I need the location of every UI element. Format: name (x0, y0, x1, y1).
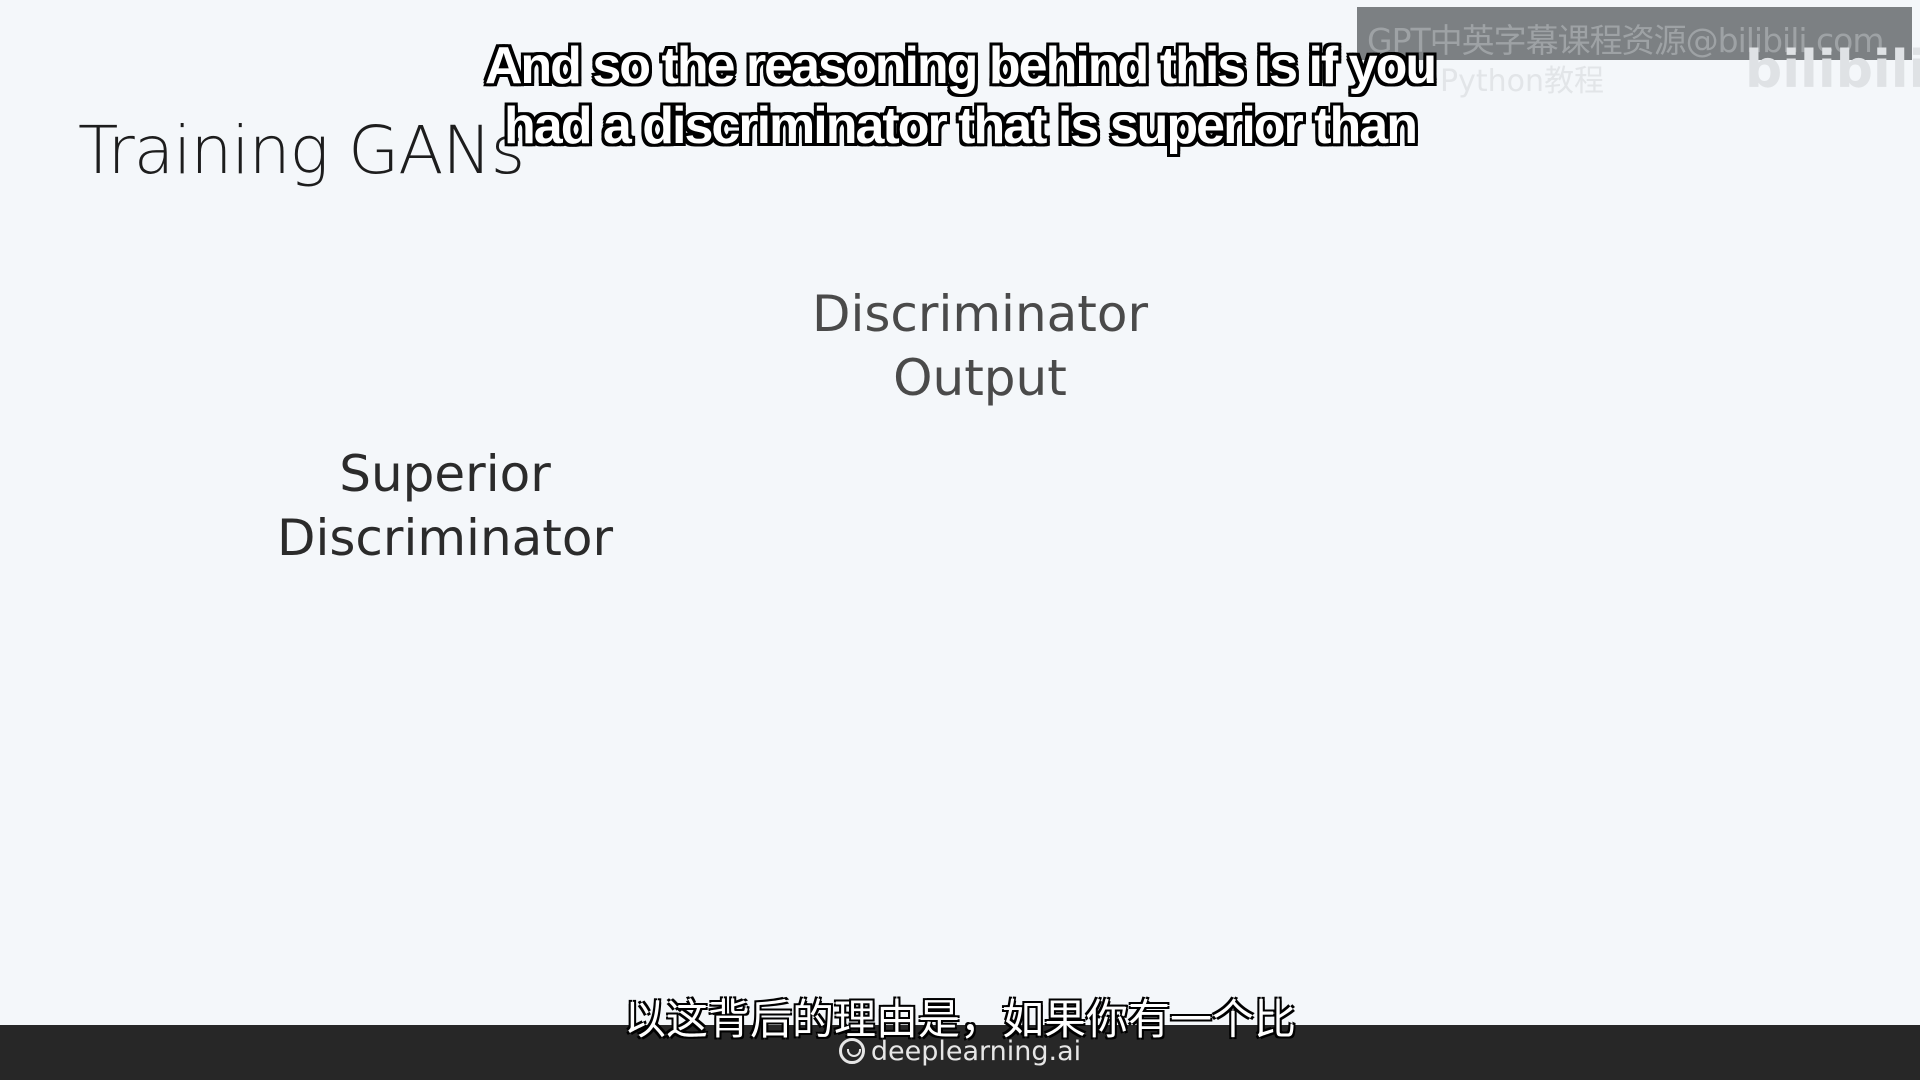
english-subtitle-line-2: had a discriminator that is superior tha… (504, 97, 1418, 155)
label-line: Discriminator (276, 509, 614, 567)
label-line: Superior (339, 445, 551, 503)
discriminator-output-label: Discriminator Output (760, 282, 1200, 410)
english-subtitle-line-1: And so the reasoning behind this is if y… (484, 37, 1437, 95)
label-line: Discriminator (811, 285, 1149, 343)
superior-discriminator-label: Superior Discriminator (225, 442, 665, 570)
label-line: Output (893, 349, 1067, 407)
chinese-subtitle: 以这背后的理由是，如果你有一个比 (623, 995, 1296, 1044)
